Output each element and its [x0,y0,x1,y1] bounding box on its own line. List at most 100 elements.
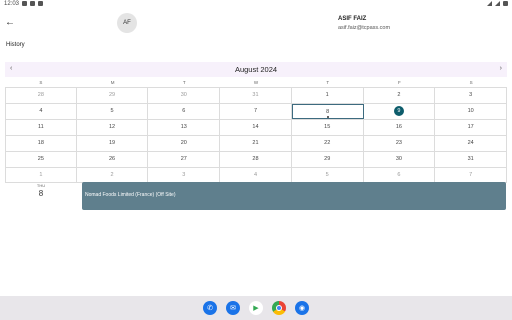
sim-icon [38,1,43,6]
calendar-day-number: 10 [467,108,474,114]
calendar-day-cell[interactable]: 4 [5,104,77,119]
calendar-day-cell[interactable]: 3 [148,168,221,182]
avatar[interactable]: AF [117,13,137,33]
play-store-icon[interactable]: ▶ [249,301,263,315]
calendar-day-cell[interactable]: 14 [220,120,292,135]
calendar-day-number: 4 [253,172,258,178]
calendar-day-cell[interactable]: 31 [435,152,507,167]
calendar-day-number: 6 [182,108,186,114]
calendar-day-number: 2 [397,92,401,98]
calendar-day-number: 13 [180,124,187,130]
calendar-day-cell[interactable]: 29 [292,152,364,167]
calendar-day-number: 29 [324,156,331,162]
calendar-day-cell[interactable]: 17 [435,120,507,135]
event-card[interactable]: Nomad Foods Limited (France) (Off Site) [82,182,506,210]
calendar-day-cell[interactable]: 3 [435,88,507,103]
calendar-day-cell[interactable]: 9 [364,104,436,119]
chrome-icon[interactable] [272,301,286,315]
calendar-day-cell[interactable]: 2 [364,88,436,103]
taskbar: ✆ ✉ ▶ ◉ [0,296,512,320]
weekday-label: M [110,80,115,85]
calendar-day-number: 15 [324,124,331,130]
camera-icon[interactable]: ◉ [295,301,309,315]
calendar-day-cell[interactable]: 7 [435,168,507,182]
calendar-day-cell[interactable]: 13 [148,120,221,135]
calendar-day-number: 16 [395,124,402,130]
phone-icon[interactable]: ✆ [203,301,217,315]
calendar-day-cell[interactable]: 12 [77,120,149,135]
agenda-day-name: THU [36,183,46,188]
calendar-day-cell[interactable]: 23 [364,136,436,151]
calendar-day-number: 19 [109,140,116,146]
calendar-day-cell[interactable]: 7 [220,104,292,119]
calendar-day-number: 28 [37,92,44,98]
page-title: History [6,42,25,48]
calendar-day-number: 1 [39,172,43,178]
calendar-day-number: 7 [469,172,473,178]
battery-icon [503,1,508,6]
calendar-day-number: 20 [180,140,187,146]
month-label: August 2024 [234,65,278,74]
calendar-day-number: 31 [252,92,259,98]
calendar-day-cell[interactable]: 15 [292,120,364,135]
calendar-day-cell[interactable]: 24 [435,136,507,151]
calendar-day-number: 14 [252,124,259,130]
calendar-day-number: 29 [109,92,116,98]
calendar-day-number: 1 [325,92,329,98]
calendar-day-cell[interactable]: 20 [148,136,221,151]
weekday-label: T [182,80,186,85]
calendar-day-cell[interactable]: 4 [220,168,292,182]
weekday-header: SMTWTFS [5,77,507,87]
calendar-week-row: 11 12 13 14 15 16 17 [5,119,507,135]
calendar-day-number: 5 [325,172,329,178]
calendar-day-cell[interactable]: 10 [435,104,507,119]
calendar-day-cell[interactable]: 19 [77,136,149,151]
calendar-day-cell[interactable]: 27 [148,152,221,167]
calendar-day-cell[interactable]: 26 [77,152,149,167]
calendar-day-cell[interactable]: 21 [220,136,292,151]
calendar-day-number: 26 [109,156,116,162]
calendar-day-number: 25 [37,156,44,162]
status-bar: 12:03 [0,0,512,10]
calendar-week-row: 4 5 6 7 8 9 10 [5,103,507,119]
calendar-day-number: 30 [180,92,187,98]
calendar-day-number: 27 [180,156,187,162]
weekday-label: S [39,80,43,85]
calendar-day-cell[interactable]: 28 [5,88,77,103]
calendar-day-cell[interactable]: 28 [220,152,292,167]
calendar-day-cell[interactable]: 6 [364,168,436,182]
event-title: Nomad Foods Limited (France) (Off Site) [85,192,176,198]
agenda-day-number: 8 [38,189,44,198]
chevron-right-icon[interactable]: › [500,65,502,72]
calendar-day-number: 30 [395,156,402,162]
back-arrow-icon[interactable]: ← [5,17,15,28]
calendar-day-number: 24 [467,140,474,146]
calendar-day-cell[interactable]: 1 [292,88,364,103]
calendar-day-cell[interactable]: 5 [292,168,364,182]
calendar-day-cell[interactable]: 30 [148,88,221,103]
calendar-day-cell[interactable]: 2 [77,168,149,182]
calendar-day-cell[interactable]: 8 [291,104,364,119]
app-screen: 12:03 ← AF ASIF FAIZ asif.faiz@tcpass.co… [0,0,512,320]
status-left-icons [22,1,43,6]
calendar-day-cell[interactable]: 16 [364,120,436,135]
calendar-day-cell[interactable]: 6 [148,104,221,119]
event-indicator-dot [326,116,329,118]
calendar-day-cell[interactable]: 30 [364,152,436,167]
calendar-day-cell[interactable]: 25 [5,152,77,167]
calendar-grid: SMTWTFS 28 29 30 31 1 2 3 4 5 6 7 8 9 10 11 12 13 14 15 16 1… [5,77,507,183]
calendar-day-cell[interactable]: 31 [220,88,292,103]
messages-icon[interactable]: ✉ [226,301,240,315]
weekday-label: W [253,80,259,85]
calendar-day-number: 23 [395,140,402,146]
calendar-day-cell[interactable]: 18 [5,136,77,151]
calendar-day-cell[interactable]: 5 [77,104,149,119]
calendar-day-cell[interactable]: 1 [5,168,77,182]
user-email: asif.faiz@tcpass.com [338,25,391,31]
calendar-day-cell[interactable]: 29 [77,88,149,103]
shield-icon [30,1,35,6]
calendar-day-cell[interactable]: 11 [5,120,77,135]
calendar-day-cell[interactable]: 22 [292,136,364,151]
calendar-day-number: 17 [467,124,474,130]
calendar-day-number: 21 [252,140,259,146]
